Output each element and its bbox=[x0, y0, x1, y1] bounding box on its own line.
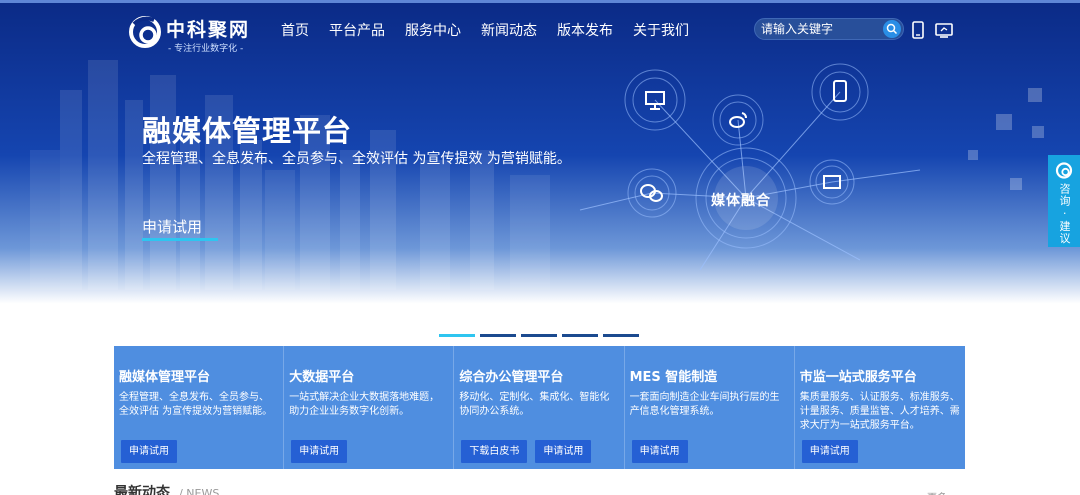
news-section-heading: 最新动态 / NEWS bbox=[114, 482, 219, 495]
hero-banner: 媒体融合 中科聚网 - 专注行业数字化 - 首页 平台产品 服务中心 新闻动态 … bbox=[0, 0, 1080, 345]
slider-dot[interactable] bbox=[521, 334, 557, 337]
nav-about[interactable]: 关于我们 bbox=[633, 20, 689, 40]
trial-button[interactable]: 申请试用 bbox=[801, 440, 858, 463]
media-network-diagram bbox=[579, 63, 921, 271]
trial-button[interactable]: 申请试用 bbox=[535, 440, 592, 463]
nav-products[interactable]: 平台产品 bbox=[329, 20, 385, 40]
nav-releases[interactable]: 版本发布 bbox=[557, 20, 613, 40]
slider-dot[interactable] bbox=[562, 334, 598, 337]
card-description: 全程管理、全息发布、全员参与、全效评估 为宣传提效为营销赋能。 bbox=[119, 392, 273, 417]
card-description: 集质量服务、认证服务、标准服务、计量服务、质量监管、人才培养、需求大厅为一站式服… bbox=[799, 392, 960, 431]
logo-icon bbox=[1055, 162, 1073, 179]
trial-button[interactable]: 申请试用 bbox=[631, 440, 688, 463]
main-nav: 首页 平台产品 服务中心 新闻动态 版本发布 关于我们 bbox=[271, 20, 699, 40]
search-icon bbox=[886, 23, 898, 35]
nav-service[interactable]: 服务中心 bbox=[405, 20, 461, 40]
hero-trial-link[interactable]: 申请试用 bbox=[142, 216, 202, 237]
logo-name: 中科聚网 bbox=[166, 19, 251, 41]
card-title: MES 智能制造 bbox=[629, 370, 718, 385]
download-whitepaper-button[interactable]: 下载白皮书 bbox=[461, 440, 528, 463]
card-title: 市监一站式服务平台 bbox=[799, 370, 917, 385]
consult-label: 咨询 · 建议 bbox=[1058, 183, 1071, 245]
desktop-icon[interactable] bbox=[934, 20, 954, 40]
logo-icon bbox=[129, 16, 161, 48]
product-card: 市监一站式服务平台 集质量服务、认证服务、标准服务、计量服务、质量监管、人才培养… bbox=[795, 346, 965, 469]
card-description: 一套面向制造企业车间执行层的生产信息化管理系统。 bbox=[629, 392, 780, 417]
product-card: MES 智能制造 一套面向制造企业车间执行层的生产信息化管理系统。 申请试用 bbox=[625, 346, 795, 469]
slider-dots bbox=[439, 334, 644, 337]
product-cards: 融媒体管理平台 全程管理、全息发布、全员参与、全效评估 为宣传提效为营销赋能。 … bbox=[114, 346, 965, 469]
slider-dot[interactable] bbox=[603, 334, 639, 337]
trial-button[interactable]: 申请试用 bbox=[291, 440, 348, 463]
hero-title: 融媒体管理平台 bbox=[142, 114, 353, 148]
news-more-link[interactable]: 更多 bbox=[927, 489, 947, 495]
mobile-icon[interactable] bbox=[908, 20, 928, 40]
card-title: 大数据平台 bbox=[289, 370, 355, 385]
nav-news[interactable]: 新闻动态 bbox=[481, 20, 537, 40]
search-box bbox=[754, 18, 904, 40]
card-title: 综合办公管理平台 bbox=[459, 370, 564, 385]
news-title: 最新动态 bbox=[114, 485, 170, 495]
search-button[interactable] bbox=[883, 20, 901, 38]
card-description: 一站式解决企业大数据落地难题，助力企业业务数字化创新。 bbox=[289, 392, 440, 417]
hero-cta-underline bbox=[142, 238, 218, 241]
search-input[interactable] bbox=[761, 21, 879, 37]
logo[interactable]: 中科聚网 - 专注行业数字化 - bbox=[128, 14, 258, 54]
trial-button[interactable]: 申请试用 bbox=[121, 440, 177, 463]
logo-slogan: - 专注行业数字化 - bbox=[168, 44, 244, 54]
news-title-en: / NEWS bbox=[179, 487, 220, 495]
slider-dot[interactable] bbox=[439, 334, 475, 337]
slider-dot[interactable] bbox=[480, 334, 516, 337]
nav-home[interactable]: 首页 bbox=[281, 20, 309, 40]
product-card: 大数据平台 一站式解决企业大数据落地难题，助力企业业务数字化创新。 申请试用 bbox=[284, 346, 455, 469]
consult-float-button[interactable]: 咨询 · 建议 bbox=[1048, 155, 1080, 247]
hero-subtitle: 全程管理、全息发布、全员参与、全效评估 为宣传提效 为营销赋能。 bbox=[142, 151, 571, 167]
card-title: 融媒体管理平台 bbox=[119, 370, 211, 385]
page: 媒体融合 中科聚网 - 专注行业数字化 - 首页 平台产品 服务中心 新闻动态 … bbox=[0, 0, 1080, 495]
diagram-center-label: 媒体融合 bbox=[711, 193, 771, 209]
product-card: 综合办公管理平台 移动化、定制化、集成化、智能化协同办公系统。 下载白皮书 申请… bbox=[454, 346, 625, 469]
card-description: 移动化、定制化、集成化、智能化协同办公系统。 bbox=[459, 392, 610, 417]
product-card: 融媒体管理平台 全程管理、全息发布、全员参与、全效评估 为宣传提效为营销赋能。 … bbox=[114, 346, 285, 469]
